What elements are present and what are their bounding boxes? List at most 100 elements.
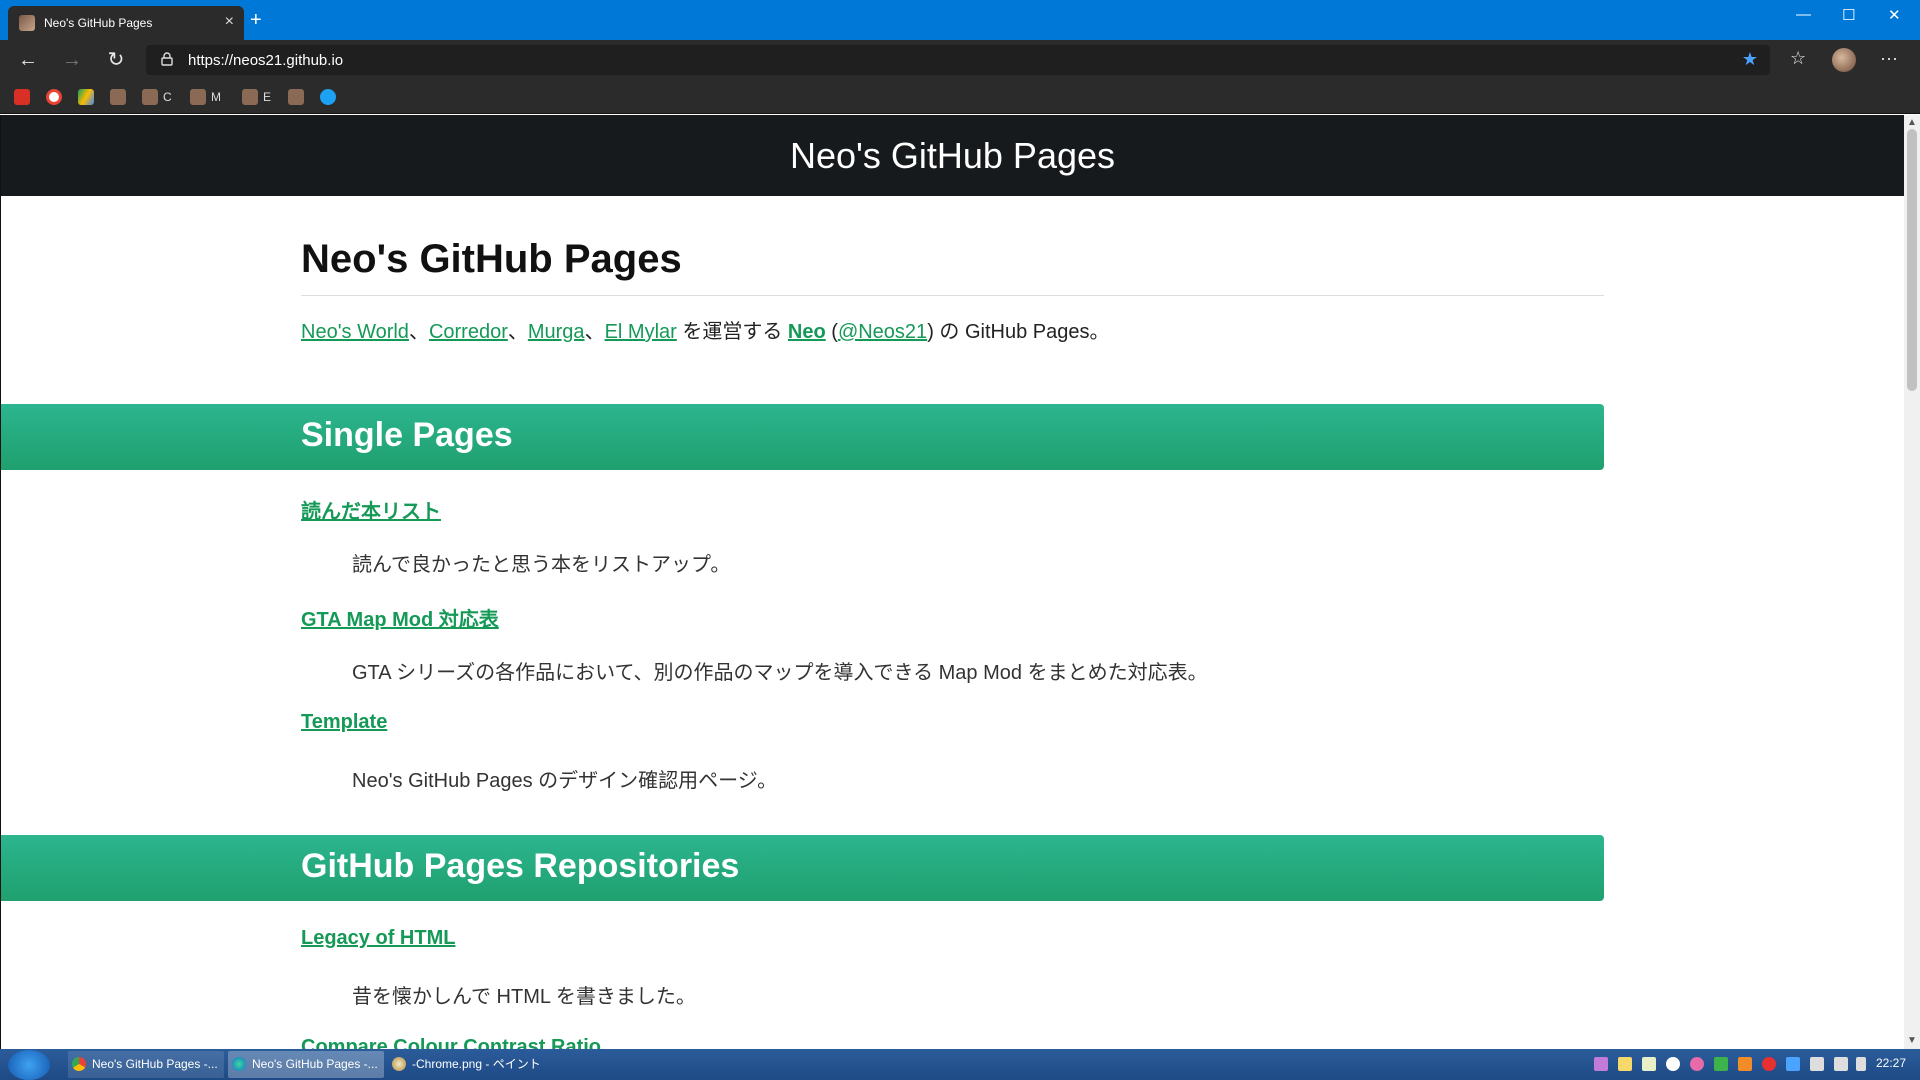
- site-header: Neo's GitHub Pages: [1, 115, 1904, 196]
- taskbar-item-label: -Chrome.png - ペイント: [412, 1057, 541, 1071]
- bluetooth-icon[interactable]: [1786, 1057, 1800, 1071]
- entry-link-book-list[interactable]: 読んだ本リスト: [301, 495, 441, 524]
- separator: 、: [507, 321, 528, 343]
- bookmark-item[interactable]: [288, 89, 304, 105]
- volume-icon[interactable]: [1834, 1057, 1848, 1071]
- page-scrollbar[interactable]: ▲ ▼: [1904, 115, 1920, 1049]
- close-window-button[interactable]: ✕: [1888, 6, 1901, 24]
- tray-app-icon[interactable]: [1762, 1057, 1776, 1071]
- tab-close-icon[interactable]: ×: [225, 13, 234, 31]
- taskbar-item-edge[interactable]: Neo's GitHub Pages -...: [228, 1051, 384, 1078]
- intro-text: の GitHub Pages。: [933, 321, 1110, 343]
- bookmark-drive[interactable]: [78, 89, 94, 105]
- avatar-icon: [288, 89, 304, 105]
- scrollbar-thumb[interactable]: [1907, 129, 1917, 391]
- ime-icon[interactable]: [1856, 1057, 1866, 1071]
- bookmark-label: C: [163, 90, 172, 104]
- entry-description: Neo's GitHub Pages のデザイン確認用ページ。: [352, 770, 778, 792]
- link-el-mylar[interactable]: El Mylar: [605, 321, 677, 343]
- maximize-button[interactable]: ☐: [1842, 6, 1855, 24]
- link-corredor[interactable]: Corredor: [429, 321, 508, 343]
- bookmark-gmail[interactable]: [14, 89, 30, 105]
- address-bar[interactable]: https://neos21.github.io ★: [146, 45, 1770, 75]
- back-button[interactable]: ←: [16, 49, 40, 71]
- scroll-up-icon[interactable]: ▲: [1907, 117, 1917, 128]
- avatar-icon: [142, 89, 158, 105]
- avatar-icon: [190, 89, 206, 105]
- tray-file-icon[interactable]: [1642, 1057, 1656, 1071]
- forward-button[interactable]: →: [60, 49, 84, 71]
- bookmark-item-c[interactable]: C: [142, 89, 172, 105]
- chrome-icon: [72, 1057, 86, 1071]
- link-twitter-neos21[interactable]: @Neos21: [838, 321, 927, 343]
- taskbar-item-paint[interactable]: -Chrome.png - ペイント: [388, 1051, 544, 1078]
- intro-text: を運営する: [676, 321, 788, 343]
- entry-description: 昔を懐かしんで HTML を書きました。: [352, 986, 696, 1008]
- minimize-button[interactable]: —: [1796, 6, 1811, 23]
- favorites-icon[interactable]: ☆: [1790, 48, 1806, 69]
- paint-icon: [392, 1057, 406, 1071]
- intro-text: ): [927, 321, 934, 343]
- entry-link-legacy-of-html[interactable]: Legacy of HTML: [301, 927, 455, 950]
- browser-toolbar: ← → ↻ https://neos21.github.io ★ ☆ ···: [0, 40, 1920, 80]
- bookmark-item-m[interactable]: M: [190, 89, 221, 105]
- scroll-down-icon[interactable]: ▼: [1907, 1035, 1917, 1046]
- page-title: Neo's GitHub Pages: [301, 235, 1604, 296]
- web-page: Neo's GitHub Pages Neo's GitHub Pages Ne…: [0, 115, 1904, 1049]
- browser-title-bar: Neo's GitHub Pages × + — ☐ ✕: [0, 0, 1920, 40]
- entry-link-gta-map-mod[interactable]: GTA Map Mod 対応表: [301, 603, 499, 632]
- link-murga[interactable]: Murga: [528, 321, 585, 343]
- google-icon: [46, 89, 62, 105]
- tray-app-icon[interactable]: [1594, 1057, 1608, 1071]
- separator: 、: [584, 321, 605, 343]
- bookmark-item-e[interactable]: E: [242, 89, 271, 105]
- taskbar-item-chrome[interactable]: Neo's GitHub Pages -...: [68, 1051, 224, 1078]
- bookmark-label: M: [211, 90, 221, 104]
- new-tab-button[interactable]: +: [250, 10, 262, 30]
- taskbar-item-label: Neo's GitHub Pages -...: [252, 1057, 378, 1071]
- profile-avatar[interactable]: [1832, 48, 1856, 72]
- tray-app-icon[interactable]: [1738, 1057, 1752, 1071]
- section-title: Single Pages: [301, 416, 513, 454]
- bookmark-twitter[interactable]: [320, 89, 336, 105]
- lock-icon: [161, 52, 173, 66]
- entry-description: GTA シリーズの各作品において、別の作品のマップを導入できる Map Mod …: [352, 662, 1208, 684]
- tab-title: Neo's GitHub Pages: [44, 16, 153, 30]
- settings-menu-icon[interactable]: ···: [1880, 48, 1898, 69]
- separator: 、: [408, 321, 429, 343]
- drive-icon: [78, 89, 94, 105]
- entry-link-template[interactable]: Template: [301, 711, 387, 734]
- taskbar-item-label: Neo's GitHub Pages -...: [92, 1057, 218, 1071]
- tray-notes-icon[interactable]: [1618, 1057, 1632, 1071]
- gmail-icon: [14, 89, 30, 105]
- usb-icon[interactable]: [1810, 1057, 1824, 1071]
- browser-tab[interactable]: Neo's GitHub Pages ×: [8, 6, 244, 40]
- intro-paragraph: Neo's World、Corredor、Murga、El Mylar を運営す…: [301, 318, 1604, 346]
- url-text[interactable]: https://neos21.github.io: [188, 52, 343, 69]
- tray-app-icon[interactable]: [1690, 1057, 1704, 1071]
- clock[interactable]: 22:27: [1876, 1056, 1906, 1070]
- section-title: GitHub Pages Repositories: [301, 847, 740, 885]
- site-favicon-icon: [19, 15, 35, 31]
- cloud-icon[interactable]: [1666, 1057, 1680, 1071]
- entry-description: 読んで良かったと思う本をリストアップ。: [352, 554, 731, 576]
- intro-text: (: [825, 321, 838, 343]
- refresh-button[interactable]: ↻: [104, 49, 128, 71]
- avatar-icon: [242, 89, 258, 105]
- entry-link-compare-colour-contrast-ratio[interactable]: Compare Colour Contrast Ratio: [301, 1036, 601, 1049]
- tray-h-icon[interactable]: [1714, 1057, 1728, 1071]
- main-content: Neo's GitHub Pages Neo's World、Corredor、…: [301, 235, 1604, 346]
- start-button[interactable]: [8, 1050, 50, 1080]
- bookmark-label: E: [263, 90, 272, 104]
- bookmark-item[interactable]: [110, 89, 126, 105]
- link-neo[interactable]: Neo: [788, 321, 826, 343]
- bookmarks-bar: C M E: [0, 80, 1920, 114]
- section-header-single-pages: Single Pages: [1, 404, 1604, 470]
- bookmark-google[interactable]: [46, 89, 62, 105]
- windows-taskbar: Neo's GitHub Pages -... Neo's GitHub Pag…: [0, 1049, 1920, 1080]
- link-neos-world[interactable]: Neo's World: [301, 321, 409, 343]
- avatar-icon: [110, 89, 126, 105]
- edge-icon: [232, 1057, 246, 1071]
- favorite-star-icon[interactable]: ★: [1742, 49, 1758, 70]
- twitter-icon: [320, 89, 336, 105]
